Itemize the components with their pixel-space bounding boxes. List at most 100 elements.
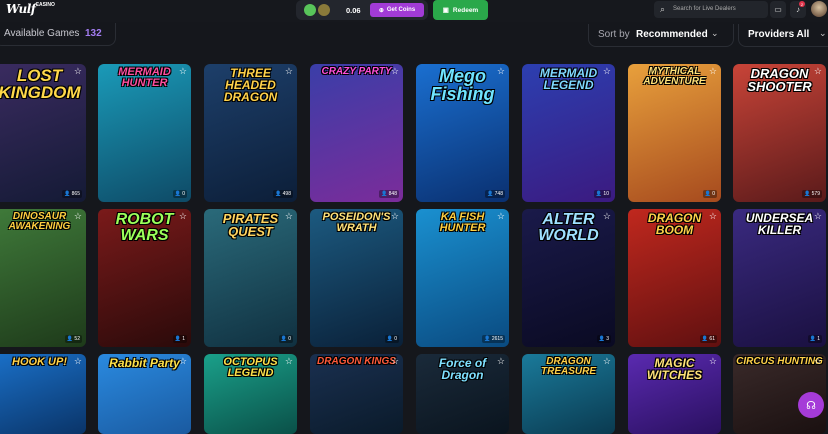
- favorite-star-icon[interactable]: ☆: [285, 211, 293, 222]
- search-icon: ⌕: [660, 4, 666, 14]
- favorite-star-icon[interactable]: ☆: [285, 356, 293, 367]
- player-count: 👤 498: [273, 190, 293, 198]
- logo[interactable]: WulfCASINO: [6, 2, 55, 16]
- game-title: OCTOPUS LEGEND: [223, 356, 278, 379]
- player-count: 👤 10: [593, 190, 611, 198]
- favorite-star-icon[interactable]: ☆: [603, 211, 611, 222]
- logo-text: Wulf: [6, 2, 36, 16]
- game-title: ROBOT WARS: [115, 211, 174, 244]
- game-card[interactable]: PIRATES QUEST ☆ 👤 0: [204, 209, 297, 347]
- redeem-button[interactable]: ▣ Redeem: [433, 0, 488, 20]
- sort-value: Recommended: [636, 29, 708, 40]
- player-count: 👤 848: [379, 190, 399, 198]
- favorite-star-icon[interactable]: ☆: [814, 211, 822, 222]
- game-card[interactable]: DRAGON KINGS ☆: [310, 354, 403, 434]
- player-count: 👤 52: [64, 335, 82, 343]
- get-coins-label: Get Coins: [386, 7, 416, 13]
- favorite-star-icon[interactable]: ☆: [497, 356, 505, 367]
- avatar[interactable]: [811, 1, 827, 17]
- game-title: UNDERSEA KILLER: [745, 211, 814, 237]
- game-card[interactable]: ROBOT WARS ☆ 👤 1: [98, 209, 191, 347]
- favorite-star-icon[interactable]: ☆: [391, 211, 399, 222]
- favorite-star-icon[interactable]: ☆: [391, 356, 399, 367]
- game-title: MAGIC WITCHES: [646, 356, 703, 382]
- favorite-star-icon[interactable]: ☆: [74, 211, 82, 222]
- game-card[interactable]: LOST KINGDOM ☆ 👤 865: [0, 64, 86, 202]
- favorite-star-icon[interactable]: ☆: [709, 66, 717, 77]
- chevron-down-icon: ⌄: [711, 28, 719, 38]
- gift-icon: ⊕: [378, 7, 384, 14]
- balance-amount: 0.06: [346, 6, 361, 15]
- favorite-star-icon[interactable]: ☆: [179, 356, 187, 367]
- favorite-star-icon[interactable]: ☆: [603, 66, 611, 77]
- wallet: 0.06 ⊕ Get Coins: [296, 0, 428, 20]
- game-card[interactable]: HOOK UP! ☆: [0, 354, 86, 434]
- game-title: LOST KINGDOM: [0, 66, 81, 102]
- favorite-star-icon[interactable]: ☆: [814, 66, 822, 77]
- logo-subtext: CASINO: [35, 2, 55, 8]
- sort-dropdown[interactable]: Sort by Recommended ⌄: [588, 24, 734, 47]
- player-count: 👤 0: [278, 335, 293, 343]
- player-count: 👤 0: [384, 335, 399, 343]
- game-card[interactable]: DRAGON BOOM ☆ 👤 61: [628, 209, 721, 347]
- chat-icon[interactable]: ▭: [770, 1, 786, 18]
- game-card[interactable]: Rabbit Party ☆: [98, 354, 191, 434]
- player-count: 👤 748: [485, 190, 505, 198]
- favorite-star-icon[interactable]: ☆: [74, 66, 82, 77]
- gold-coin-icon[interactable]: [318, 4, 330, 16]
- game-card[interactable]: CRAZY PARTY ☆ 👤 848: [310, 64, 403, 202]
- providers-dropdown[interactable]: Providers All ⌄: [738, 24, 828, 47]
- favorite-star-icon[interactable]: ☆: [179, 211, 187, 222]
- game-title: POSEIDON'S WRATH: [322, 211, 391, 234]
- game-title: PIRATES QUEST: [222, 211, 279, 239]
- game-title: HOOK UP!: [12, 356, 67, 368]
- search-bar[interactable]: ⌕ Search for Live Dealers: [654, 1, 768, 18]
- game-card[interactable]: THREE HEADED DRAGON ☆ 👤 498: [204, 64, 297, 202]
- game-title: CIRCUS HUNTING: [736, 356, 823, 367]
- game-card[interactable]: DINOSAUR AWAKENING ☆ 👤 52: [0, 209, 86, 347]
- game-card[interactable]: Mego Fishing ☆ 👤 748: [416, 64, 509, 202]
- favorite-star-icon[interactable]: ☆: [709, 356, 717, 367]
- game-card[interactable]: OCTOPUS LEGEND ☆: [204, 354, 297, 434]
- available-games-count: 132: [85, 28, 102, 39]
- support-chat-button[interactable]: ☊: [798, 392, 824, 418]
- player-count: 👤 3: [596, 335, 611, 343]
- game-title: Force of Dragon: [438, 356, 487, 382]
- favorite-star-icon[interactable]: ☆: [497, 211, 505, 222]
- game-title: Rabbit Party: [109, 356, 180, 370]
- player-count: 👤 0: [702, 190, 717, 198]
- favorite-star-icon[interactable]: ☆: [391, 66, 399, 77]
- favorite-star-icon[interactable]: ☆: [285, 66, 293, 77]
- game-card[interactable]: UNDERSEA KILLER ☆ 👤 1: [733, 209, 826, 347]
- game-card[interactable]: Force of Dragon ☆: [416, 354, 509, 434]
- game-card[interactable]: DRAGON TREASURE ☆: [522, 354, 615, 434]
- get-coins-button[interactable]: ⊕ Get Coins: [370, 3, 424, 17]
- game-title: DINOSAUR AWAKENING: [8, 211, 71, 232]
- game-card[interactable]: MERMAID HUNTER ☆ 👤 0: [98, 64, 191, 202]
- game-card[interactable]: MYTHICAL ADVENTURE ☆ 👤 0: [628, 64, 721, 202]
- favorite-star-icon[interactable]: ☆: [709, 211, 717, 222]
- notification-button[interactable]: ♪ 2: [790, 1, 806, 18]
- game-card[interactable]: ALTER WORLD ☆ 👤 3: [522, 209, 615, 347]
- sort-label: Sort by: [598, 29, 630, 40]
- game-card[interactable]: MAGIC WITCHES ☆: [628, 354, 721, 434]
- headset-icon: ☊: [806, 399, 816, 412]
- game-card[interactable]: POSEIDON'S WRATH ☆ 👤 0: [310, 209, 403, 347]
- favorite-star-icon[interactable]: ☆: [497, 66, 505, 77]
- game-card[interactable]: KA FISH HUNTER ☆ 👤 2615: [416, 209, 509, 347]
- top-bar: WulfCASINO 0.06 ⊕ Get Coins ▣ Redeem ⌕ S…: [0, 0, 828, 22]
- game-card[interactable]: MERMAID LEGEND ☆ 👤 10: [522, 64, 615, 202]
- green-coin-icon[interactable]: [304, 4, 316, 16]
- redeem-label: Redeem: [452, 6, 479, 14]
- game-card[interactable]: DRAGON SHOOTER ☆ 👤 579: [733, 64, 826, 202]
- favorite-star-icon[interactable]: ☆: [603, 356, 611, 367]
- game-title: KA FISH HUNTER: [439, 211, 486, 234]
- game-title: ALTER WORLD: [538, 211, 599, 244]
- search-input[interactable]: Search for Live Dealers: [673, 6, 736, 12]
- favorite-star-icon[interactable]: ☆: [814, 356, 822, 367]
- favorite-star-icon[interactable]: ☆: [74, 356, 82, 367]
- favorite-star-icon[interactable]: ☆: [179, 66, 187, 77]
- providers-label: Providers All: [748, 29, 810, 40]
- player-count: 👤 1: [172, 335, 187, 343]
- game-title: THREE HEADED DRAGON: [223, 66, 278, 104]
